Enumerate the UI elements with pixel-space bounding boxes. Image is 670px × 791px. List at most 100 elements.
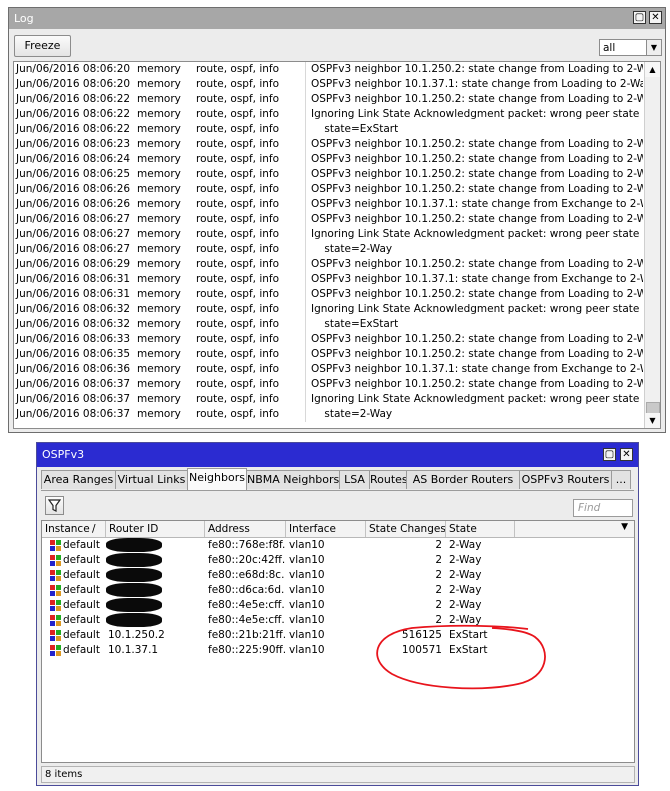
log-topics: route, ospf, info [196, 138, 280, 150]
log-message: OSPFv3 neighbor 10.1.250.2: state change… [311, 153, 643, 165]
log-row[interactable]: Jun/06/2016 08:06:22 memory route, ospf, i… [14, 92, 660, 107]
log-message: state=2-Way [311, 408, 393, 420]
log-row[interactable]: Jun/06/2016 08:06:26 memory route, ospf, i… [14, 197, 660, 212]
cell-state-changes: 2 [435, 569, 442, 581]
log-row[interactable]: Jun/06/2016 08:06:22 memory route, ospf, i… [14, 107, 660, 122]
cell-instance: default [63, 599, 100, 611]
column-state-changes[interactable]: State Changes [366, 521, 446, 537]
tab-neighbors[interactable]: Neighbors [187, 468, 247, 490]
chevron-down-icon[interactable]: ▼ [646, 40, 661, 55]
table-row[interactable]: default 10.1.37.1 fe80::225:90ff... vlan10 1… [42, 643, 634, 658]
tab-as-border-routers[interactable]: AS Border Routers [406, 470, 520, 489]
cell-state-changes: 2 [435, 554, 442, 566]
table-row[interactable]: default fe80::d6ca:6d... vlan10 2 2-Way [42, 583, 634, 598]
ospf-instance-icon [50, 540, 61, 551]
column-divider [305, 317, 306, 332]
tab-routes[interactable]: Routes [369, 470, 408, 489]
funnel-icon [47, 499, 62, 512]
table-row[interactable]: default 10.1.250.2 fe80::21b:21ff... vlan10… [42, 628, 634, 643]
restore-icon[interactable]: ▢ [633, 11, 646, 24]
log-topics: route, ospf, info [196, 123, 280, 135]
column-state[interactable]: State [446, 521, 515, 537]
log-row[interactable]: Jun/06/2016 08:06:27 memory route, ospf, i… [14, 227, 660, 242]
restore-icon[interactable]: ▢ [603, 448, 616, 461]
log-time: Jun/06/2016 08:06:32 [16, 318, 131, 330]
ospfv3-window: OSPFv3 ▢ ✕ Area Ranges Virtual Links Neigh… [36, 442, 639, 786]
log-row[interactable]: Jun/06/2016 08:06:33 memory route, ospf, i… [14, 332, 660, 347]
log-row[interactable]: Jun/06/2016 08:06:20 memory route, ospf, i… [14, 62, 660, 77]
log-topics: route, ospf, info [196, 153, 280, 165]
tab-ospfv3-routers[interactable]: OSPFv3 Routers [519, 470, 612, 489]
log-time: Jun/06/2016 08:06:26 [16, 183, 131, 195]
table-row[interactable]: default fe80::768e:f8f... vlan10 2 2-Way [42, 538, 634, 553]
filter-button[interactable] [45, 496, 64, 515]
column-divider [305, 362, 306, 377]
column-instance[interactable]: Instance / [42, 521, 106, 537]
log-topics: route, ospf, info [196, 198, 280, 210]
log-row[interactable]: Jun/06/2016 08:06:22 memory route, ospf, i… [14, 122, 660, 137]
table-row[interactable]: default fe80::4e5e:cff... vlan10 2 2-Way [42, 598, 634, 613]
log-row[interactable]: Jun/06/2016 08:06:23 memory route, ospf, i… [14, 137, 660, 152]
tab-nbma-neighbors[interactable]: NBMA Neighbors [246, 470, 340, 489]
log-topics: route, ospf, info [196, 363, 280, 375]
freeze-button[interactable]: Freeze [14, 35, 71, 57]
scroll-down-icon[interactable]: ▼ [645, 413, 660, 428]
column-divider [305, 332, 306, 347]
column-menu-chevron-icon[interactable]: ▼ [621, 522, 628, 532]
scroll-up-icon[interactable]: ▲ [645, 62, 660, 77]
log-row[interactable]: Jun/06/2016 08:06:32 memory route, ospf, i… [14, 317, 660, 332]
log-row[interactable]: Jun/06/2016 08:06:20 memory route, ospf, i… [14, 77, 660, 92]
column-address[interactable]: Address [205, 521, 286, 537]
cell-state: 2-Way [449, 599, 482, 611]
table-row[interactable]: default fe80::4e5e:cff... vlan10 2 2-Way [42, 613, 634, 628]
log-topics: route, ospf, info [196, 393, 280, 405]
log-row[interactable]: Jun/06/2016 08:06:37 memory route, ospf, i… [14, 392, 660, 407]
log-row[interactable]: Jun/06/2016 08:06:37 memory route, ospf, i… [14, 377, 660, 392]
log-row[interactable]: Jun/06/2016 08:06:25 memory route, ospf, i… [14, 167, 660, 182]
log-topics: route, ospf, info [196, 108, 280, 120]
column-divider [305, 197, 306, 212]
cell-instance: default [63, 644, 100, 656]
tab-lsa[interactable]: LSA [339, 470, 370, 489]
log-row[interactable]: Jun/06/2016 08:06:26 memory route, ospf, i… [14, 182, 660, 197]
column-divider [305, 347, 306, 362]
cell-state-changes: 2 [435, 599, 442, 611]
log-topics: route, ospf, info [196, 243, 280, 255]
log-row[interactable]: Jun/06/2016 08:06:31 memory route, ospf, i… [14, 287, 660, 302]
log-row[interactable]: Jun/06/2016 08:06:24 memory route, ospf, i… [14, 152, 660, 167]
column-router-id[interactable]: Router ID [106, 521, 205, 537]
log-message: Ignoring Link State Acknowledgment packe… [311, 393, 640, 405]
table-row[interactable]: default fe80::20c:42ff... vlan10 2 2-Way [42, 553, 634, 568]
column-interface[interactable]: Interface [286, 521, 366, 537]
cell-state: 2-Way [449, 539, 482, 551]
tab-virtual-links[interactable]: Virtual Links [115, 470, 188, 489]
log-time: Jun/06/2016 08:06:37 [16, 393, 131, 405]
log-time: Jun/06/2016 08:06:33 [16, 333, 131, 345]
redacted-router-id [106, 613, 162, 627]
find-input[interactable]: Find [573, 499, 633, 517]
log-row[interactable]: Jun/06/2016 08:06:37 memory route, ospf, i… [14, 407, 660, 422]
log-filter-select[interactable]: all ▼ [599, 39, 662, 56]
close-icon[interactable]: ✕ [649, 11, 662, 24]
log-row[interactable]: Jun/06/2016 08:06:31 memory route, ospf, i… [14, 272, 660, 287]
log-title-bar[interactable]: Log ▢ ✕ [9, 8, 665, 29]
log-row[interactable]: Jun/06/2016 08:06:35 memory route, ospf, i… [14, 347, 660, 362]
cell-instance: default [63, 539, 100, 551]
log-row[interactable]: Jun/06/2016 08:06:27 memory route, ospf, i… [14, 242, 660, 257]
log-row[interactable]: Jun/06/2016 08:06:29 memory route, ospf, i… [14, 257, 660, 272]
log-row[interactable]: Jun/06/2016 08:06:36 memory route, ospf, i… [14, 362, 660, 377]
tab-area-ranges[interactable]: Area Ranges [41, 470, 116, 489]
cell-state: ExStart [449, 629, 488, 641]
tab-more[interactable]: ... [611, 470, 631, 489]
cell-state: 2-Way [449, 614, 482, 626]
log-scrollbar[interactable]: ▲ ▼ [644, 62, 660, 428]
ospfv3-title-bar[interactable]: OSPFv3 ▢ ✕ [37, 443, 638, 467]
log-buffer: memory [137, 138, 181, 150]
log-row[interactable]: Jun/06/2016 08:06:32 memory route, ospf, i… [14, 302, 660, 317]
log-list[interactable]: Jun/06/2016 08:06:20 memory route, ospf, i… [13, 61, 661, 429]
log-row[interactable]: Jun/06/2016 08:06:27 memory route, ospf, i… [14, 212, 660, 227]
neighbors-table[interactable]: Instance / Router ID Address Interface S… [41, 520, 635, 763]
table-row[interactable]: default fe80::e68d:8c... vlan10 2 2-Way [42, 568, 634, 583]
log-topics: route, ospf, info [196, 408, 280, 420]
close-icon[interactable]: ✕ [620, 448, 633, 461]
